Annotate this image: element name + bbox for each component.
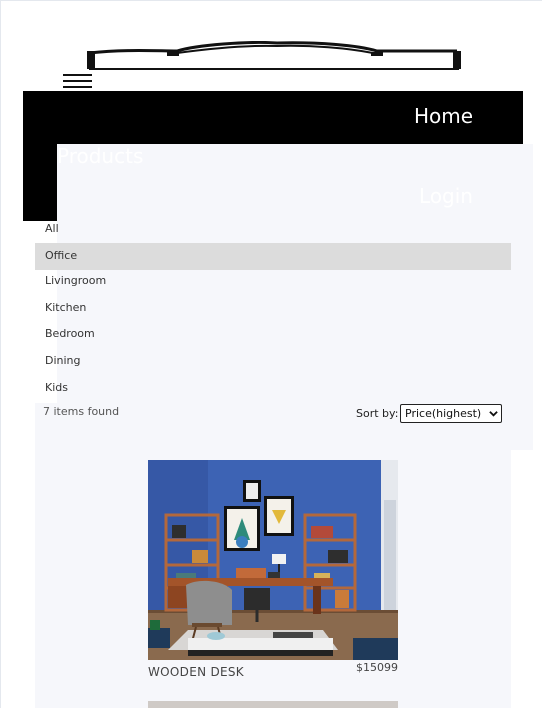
product-name[interactable]: WOODEN DESK	[148, 665, 244, 679]
products-section: 7 items found Sort by: Price(highest) WO…	[35, 403, 511, 708]
sort-select[interactable]: Price(highest)	[400, 404, 502, 423]
items-found-count: 7 items found	[43, 405, 120, 418]
sort-select-value: Price(highest)	[405, 407, 482, 420]
sort-label: Sort by:	[356, 407, 399, 420]
page: Home Products Login All Office Livingroo…	[0, 0, 542, 708]
nav-link-login[interactable]: Login	[419, 184, 473, 208]
product-price: $15099	[356, 661, 398, 674]
product-image-wooden-desk[interactable]	[148, 460, 398, 660]
main-nav: Home Products Login	[23, 91, 533, 450]
category-kitchen[interactable]: Kitchen	[35, 297, 511, 324]
category-dining[interactable]: Dining	[35, 350, 511, 377]
category-list: All Office Livingroom Kitchen Bedroom Di…	[35, 219, 511, 404]
hamburger-menu-icon[interactable]	[63, 74, 92, 90]
category-office[interactable]: Office	[35, 243, 511, 270]
product-image-next[interactable]	[148, 701, 398, 708]
category-livingroom[interactable]: Livingroom	[35, 270, 511, 297]
logo	[87, 41, 461, 70]
nav-link-home[interactable]: Home	[414, 104, 473, 128]
chevron-down-icon	[489, 411, 498, 417]
category-kids[interactable]: Kids	[35, 377, 511, 404]
category-bedroom[interactable]: Bedroom	[35, 323, 511, 350]
category-all[interactable]: All	[35, 219, 511, 243]
